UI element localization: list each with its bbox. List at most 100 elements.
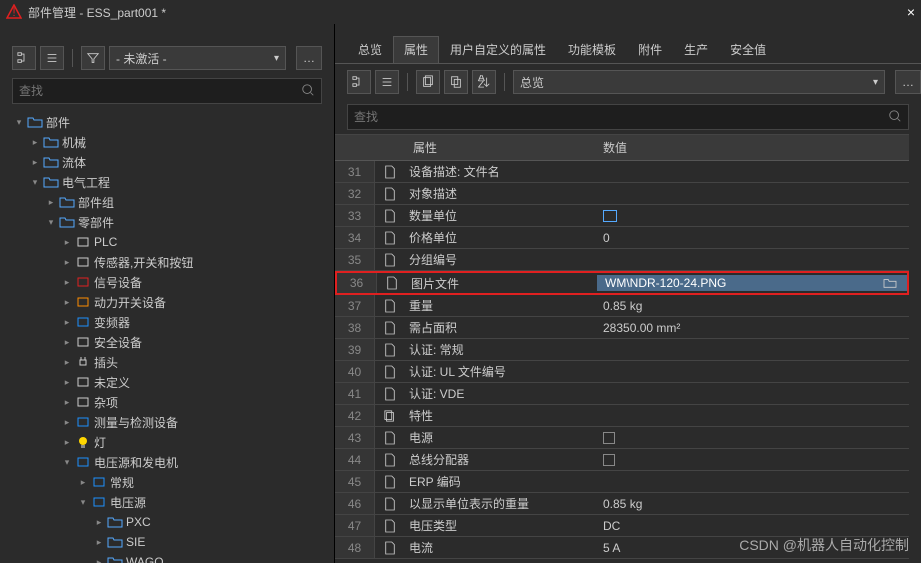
- expand-icon[interactable]: ▸: [62, 297, 72, 308]
- tree-node[interactable]: ▸未定义: [0, 372, 334, 392]
- expand-icon[interactable]: ▾: [30, 177, 40, 188]
- grid-row[interactable]: 31设备描述: 文件名: [335, 161, 909, 183]
- row-number: 45: [335, 471, 375, 492]
- tree-node[interactable]: ▸变频器: [0, 312, 334, 332]
- flat-button[interactable]: [375, 70, 399, 94]
- tab-4[interactable]: 附件: [627, 36, 673, 63]
- tab-5[interactable]: 生产: [673, 36, 719, 63]
- filter-dropdown[interactable]: - 未激活 -: [109, 46, 286, 70]
- grid-row[interactable]: 39认证: 常规: [335, 339, 909, 361]
- tree-node[interactable]: ▸PLC: [0, 232, 334, 252]
- expand-icon[interactable]: ▸: [78, 477, 88, 488]
- expand-button[interactable]: [347, 70, 371, 94]
- tree-node[interactable]: ▸信号设备: [0, 272, 334, 292]
- grid-row[interactable]: 33数量单位: [335, 205, 909, 227]
- grid-row[interactable]: 41认证: VDE: [335, 383, 909, 405]
- expand-icon[interactable]: ▸: [94, 517, 104, 528]
- tree-node[interactable]: ▾部件: [0, 112, 334, 132]
- right-search-input[interactable]: [354, 110, 888, 124]
- view-dropdown[interactable]: 总览: [513, 70, 885, 94]
- tree-node[interactable]: ▸WAGO: [0, 552, 334, 563]
- grid-row[interactable]: 44总线分配器: [335, 449, 909, 471]
- tree-node[interactable]: ▸安全设备: [0, 332, 334, 352]
- tree-node[interactable]: ▸测量与检测设备: [0, 412, 334, 432]
- parts-tree[interactable]: ▾部件▸机械▸流体▾电气工程▸部件组▾零部件▸PLC▸传感器,开关和按钮▸信号设…: [0, 108, 334, 563]
- tree-node[interactable]: ▾电气工程: [0, 172, 334, 192]
- grid-row[interactable]: 36图片文件WM\NDR-120-24.PNG: [335, 271, 909, 295]
- expand-icon[interactable]: ▸: [94, 557, 104, 563]
- list-view-button[interactable]: [40, 46, 64, 70]
- expand-icon[interactable]: ▸: [62, 317, 72, 328]
- filter-more-button[interactable]: …: [296, 46, 322, 70]
- tab-3[interactable]: 功能模板: [557, 36, 627, 63]
- expand-icon[interactable]: ▸: [62, 377, 72, 388]
- tree-node[interactable]: ▸部件组: [0, 192, 334, 212]
- properties-grid[interactable]: 属性数值31设备描述: 文件名32对象描述33数量单位34价格单位035分组编号…: [335, 134, 909, 563]
- tree-node[interactable]: ▾电压源和发电机: [0, 452, 334, 472]
- checkbox-icon[interactable]: [603, 454, 615, 466]
- tab-2[interactable]: 用户自定义的属性: [439, 36, 557, 63]
- tree-node[interactable]: ▸杂项: [0, 392, 334, 412]
- expand-icon[interactable]: ▸: [62, 357, 72, 368]
- checkbox-icon[interactable]: [603, 432, 615, 444]
- grid-row[interactable]: 46以显示单位表示的重量0.85 kg: [335, 493, 909, 515]
- expand-icon[interactable]: ▸: [62, 417, 72, 428]
- view-more-button[interactable]: …: [895, 70, 921, 94]
- tree-node[interactable]: ▾电压源: [0, 492, 334, 512]
- sort-button[interactable]: AZ: [472, 70, 496, 94]
- tab-6[interactable]: 安全值: [719, 36, 777, 63]
- right-search[interactable]: [347, 104, 909, 130]
- expand-icon[interactable]: ▾: [78, 497, 88, 508]
- expand-icon[interactable]: ▸: [62, 437, 72, 448]
- grid-row[interactable]: 32对象描述: [335, 183, 909, 205]
- tab-1[interactable]: 属性: [393, 36, 439, 63]
- search-icon[interactable]: [888, 109, 902, 126]
- tab-0[interactable]: 总览: [347, 36, 393, 63]
- col-prop-header[interactable]: 属性: [405, 135, 595, 160]
- grid-row[interactable]: 42特性: [335, 405, 909, 427]
- grid-row[interactable]: 43电源: [335, 427, 909, 449]
- close-icon[interactable]: ×: [907, 4, 915, 20]
- expand-icon[interactable]: ▸: [62, 237, 72, 248]
- browse-button[interactable]: [881, 275, 899, 291]
- tree-node[interactable]: ▸常规: [0, 472, 334, 492]
- left-search-input[interactable]: [19, 84, 301, 98]
- tree-node[interactable]: ▸传感器,开关和按钮: [0, 252, 334, 272]
- expand-icon[interactable]: ▸: [62, 277, 72, 288]
- expand-icon[interactable]: ▸: [94, 537, 104, 548]
- tree-node[interactable]: ▸灯: [0, 432, 334, 452]
- col-val-header[interactable]: 数值: [595, 135, 909, 160]
- unit-icon[interactable]: [603, 210, 617, 222]
- grid-row[interactable]: 38需占面积28350.00 mm²: [335, 317, 909, 339]
- grid-row[interactable]: 34价格单位0: [335, 227, 909, 249]
- expand-icon[interactable]: ▾: [14, 117, 24, 128]
- filter-button[interactable]: [81, 46, 105, 70]
- tree-view-button[interactable]: [12, 46, 36, 70]
- tree-node[interactable]: ▸插头: [0, 352, 334, 372]
- misc-icon: [75, 395, 91, 409]
- grid-row[interactable]: 47电压类型DC: [335, 515, 909, 537]
- expand-icon[interactable]: ▸: [62, 257, 72, 268]
- expand-icon[interactable]: ▸: [30, 157, 40, 168]
- search-icon[interactable]: [301, 83, 315, 100]
- left-search[interactable]: [12, 78, 322, 104]
- grid-row[interactable]: 48电流5 A: [335, 537, 909, 559]
- grid-row[interactable]: 45ERP 编码: [335, 471, 909, 493]
- expand-icon[interactable]: ▾: [62, 457, 72, 468]
- expand-icon[interactable]: ▸: [46, 197, 56, 208]
- tree-node[interactable]: ▸SIE: [0, 532, 334, 552]
- grid-row[interactable]: 37重量0.85 kg: [335, 295, 909, 317]
- grid-row[interactable]: 35分组编号: [335, 249, 909, 271]
- expand-icon[interactable]: ▸: [30, 137, 40, 148]
- copy-button[interactable]: [416, 70, 440, 94]
- expand-icon[interactable]: ▸: [62, 397, 72, 408]
- tree-node[interactable]: ▸动力开关设备: [0, 292, 334, 312]
- tree-node[interactable]: ▸PXC: [0, 512, 334, 532]
- expand-icon[interactable]: ▾: [46, 217, 56, 228]
- tree-node[interactable]: ▾零部件: [0, 212, 334, 232]
- tree-node[interactable]: ▸流体: [0, 152, 334, 172]
- paste-button[interactable]: [444, 70, 468, 94]
- grid-row[interactable]: 40认证: UL 文件编号: [335, 361, 909, 383]
- expand-icon[interactable]: ▸: [62, 337, 72, 348]
- tree-node[interactable]: ▸机械: [0, 132, 334, 152]
